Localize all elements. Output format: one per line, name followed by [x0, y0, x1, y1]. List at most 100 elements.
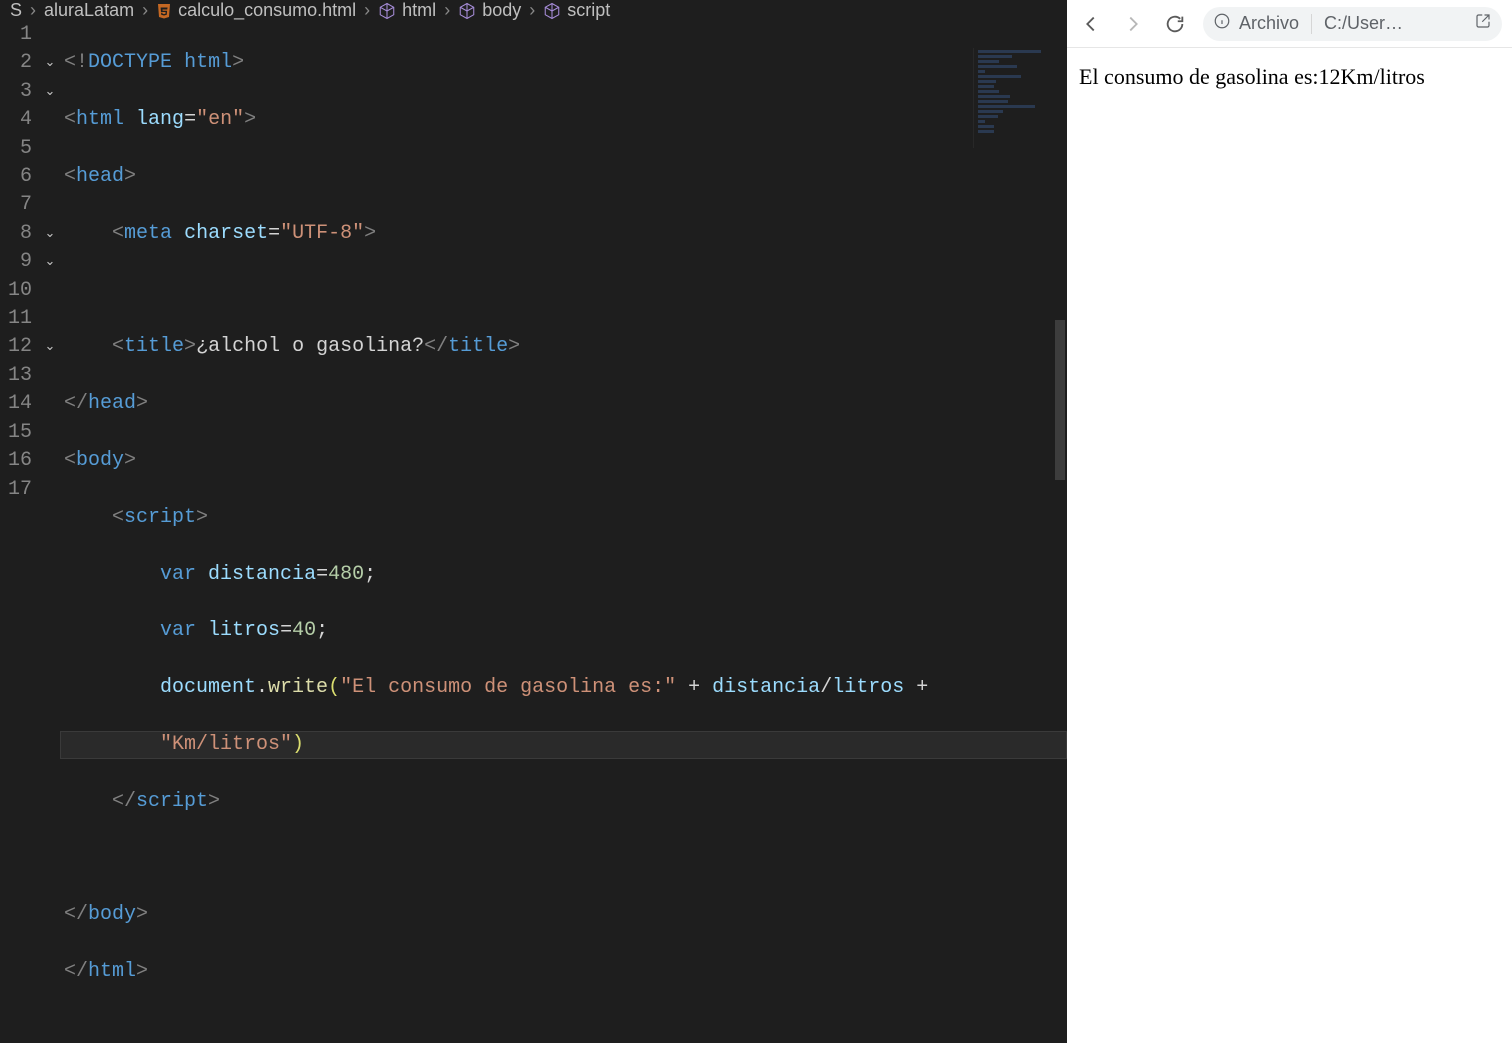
- t: /: [820, 676, 832, 699]
- breadcrumb-symbol-body[interactable]: body: [458, 0, 521, 21]
- nav-forward-button[interactable]: [1119, 10, 1147, 38]
- code-line[interactable]: </head>: [60, 390, 1067, 418]
- page-body-text: El consumo de gasolina es:12Km/litros: [1079, 64, 1425, 89]
- editor-body[interactable]: 1 2 3 4 5 6 7 8 9 10 11 12 13 14 15 16 1…: [0, 21, 1067, 1043]
- t: +: [904, 676, 940, 699]
- line-number: 7: [0, 191, 32, 219]
- t: html: [76, 108, 124, 131]
- code-area[interactable]: <!DOCTYPE html> <html lang="en"> <head> …: [60, 21, 1067, 1043]
- fold-toggle[interactable]: ⌄: [40, 333, 60, 361]
- fold-toggle[interactable]: ⌄: [40, 220, 60, 248]
- breadcrumb-label: body: [482, 0, 521, 21]
- address-bar[interactable]: Archivo C:/User…: [1203, 7, 1502, 41]
- breadcrumb-folder[interactable]: aluraLatam: [44, 0, 134, 21]
- code-line[interactable]: var distancia=480;: [60, 561, 1067, 589]
- browser-viewport[interactable]: El consumo de gasolina es:12Km/litros: [1067, 48, 1512, 551]
- fold-toggle[interactable]: ⌄: [40, 49, 60, 77]
- vscode-editor-pane: S › aluraLatam › calculo_consumo.html › …: [0, 0, 1067, 551]
- t: >: [196, 506, 208, 529]
- t: <: [64, 51, 76, 74]
- fold-toggle[interactable]: ⌄: [40, 78, 60, 106]
- t: 40: [292, 619, 316, 642]
- code-line[interactable]: <script>: [60, 504, 1067, 532]
- code-line[interactable]: var litros=40;: [60, 617, 1067, 645]
- t: =: [184, 108, 196, 131]
- reload-button[interactable]: [1161, 10, 1189, 38]
- breadcrumbs[interactable]: S › aluraLatam › calculo_consumo.html › …: [0, 0, 1067, 21]
- code-line[interactable]: <meta charset="UTF-8">: [60, 220, 1067, 248]
- fold-none: [40, 277, 60, 305]
- line-number: 14: [0, 390, 32, 418]
- t: html: [88, 960, 136, 983]
- share-icon[interactable]: [1474, 12, 1492, 35]
- t: >: [124, 165, 136, 188]
- t: "El consumo de gasolina es:": [340, 676, 676, 699]
- t: html: [184, 51, 232, 74]
- t: </: [424, 335, 448, 358]
- t: ): [292, 733, 304, 756]
- t: distancia: [208, 563, 316, 586]
- code-line[interactable]: [60, 845, 1067, 873]
- code-line[interactable]: </html>: [60, 958, 1067, 986]
- scrollbar-thumb[interactable]: [1055, 320, 1065, 480]
- minimap[interactable]: [973, 48, 1045, 148]
- t: <: [112, 222, 124, 245]
- t: script: [124, 506, 196, 529]
- line-number: 12: [0, 333, 32, 361]
- breadcrumb-label: aluraLatam: [44, 0, 134, 21]
- fold-none: [40, 135, 60, 163]
- fold-toggle[interactable]: ⌄: [40, 248, 60, 276]
- code-line[interactable]: [60, 277, 1067, 305]
- t: <: [64, 165, 76, 188]
- t: "UTF-8": [280, 222, 364, 245]
- code-line[interactable]: </script>: [60, 788, 1067, 816]
- breadcrumb-label: S: [10, 0, 22, 21]
- breadcrumb-label: html: [402, 0, 436, 21]
- breadcrumb-file[interactable]: calculo_consumo.html: [156, 0, 356, 21]
- site-info-icon[interactable]: [1213, 12, 1231, 35]
- code-line[interactable]: <!DOCTYPE html>: [60, 49, 1067, 77]
- line-number: 16: [0, 447, 32, 475]
- line-number: 10: [0, 277, 32, 305]
- t: charset: [184, 222, 268, 245]
- t: 480: [328, 563, 364, 586]
- breadcrumb-label: calculo_consumo.html: [178, 0, 356, 21]
- html-file-icon: [156, 3, 172, 19]
- t: <: [112, 506, 124, 529]
- code-line[interactable]: <title>¿alchol o gasolina?</title>: [60, 333, 1067, 361]
- line-number: 5: [0, 135, 32, 163]
- t: var: [160, 619, 196, 642]
- code-line[interactable]: document.write("El consumo de gasolina e…: [60, 674, 1067, 702]
- breadcrumb-label: script: [567, 0, 610, 21]
- line-number: 9: [0, 248, 32, 276]
- fold-none: [40, 305, 60, 333]
- t: title: [448, 335, 508, 358]
- fold-none: [40, 163, 60, 191]
- t: ;: [364, 563, 376, 586]
- line-number-gutter[interactable]: 1 2 3 4 5 6 7 8 9 10 11 12 13 14 15 16 1…: [0, 21, 40, 1043]
- fold-none: [40, 418, 60, 446]
- code-line[interactable]: <body>: [60, 447, 1067, 475]
- t: >: [184, 335, 196, 358]
- breadcrumb-symbol-script[interactable]: script: [543, 0, 610, 21]
- t: >: [124, 449, 136, 472]
- t: lang: [136, 108, 184, 131]
- code-line[interactable]: <html lang="en">: [60, 106, 1067, 134]
- code-line[interactable]: </body>: [60, 901, 1067, 929]
- t: body: [76, 449, 124, 472]
- nav-back-button[interactable]: [1077, 10, 1105, 38]
- t: >: [364, 222, 376, 245]
- t: title: [124, 335, 184, 358]
- t: </: [64, 960, 88, 983]
- code-line-active[interactable]: "Km/litros"): [60, 731, 1067, 759]
- fold-none: [40, 362, 60, 390]
- t: >: [208, 790, 220, 813]
- breadcrumb-symbol-html[interactable]: html: [378, 0, 436, 21]
- breadcrumb-root[interactable]: S: [10, 0, 22, 21]
- fold-gutter[interactable]: ⌄ ⌄ ⌄ ⌄ ⌄: [40, 21, 60, 1043]
- code-line[interactable]: <head>: [60, 163, 1067, 191]
- fold-none: [40, 21, 60, 49]
- line-number: 13: [0, 362, 32, 390]
- vertical-scrollbar[interactable]: [1051, 0, 1067, 551]
- t: >: [136, 903, 148, 926]
